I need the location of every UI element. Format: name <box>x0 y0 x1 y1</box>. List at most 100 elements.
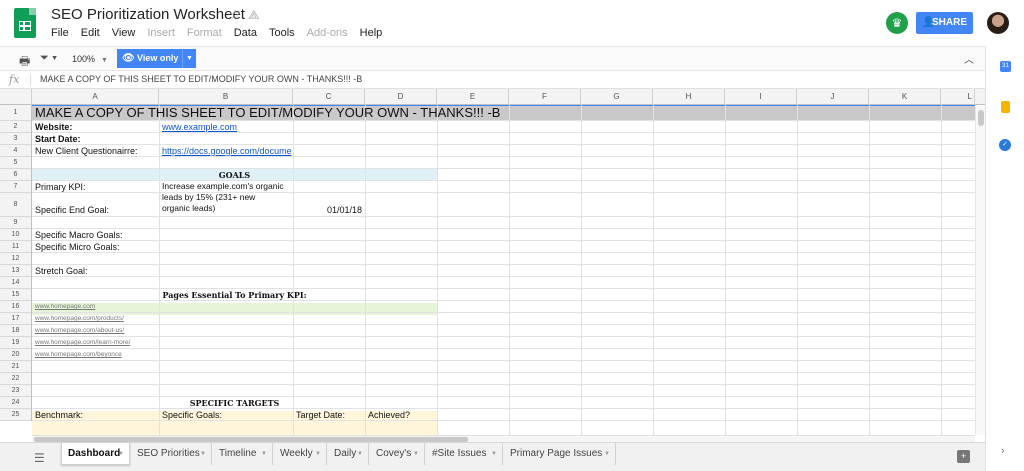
tab-dashboard[interactable]: Dashboard ▼ <box>61 443 130 465</box>
avatar[interactable] <box>987 12 1009 34</box>
menu-insert: Insert <box>147 27 175 39</box>
sheets-logo-icon[interactable] <box>14 8 36 38</box>
column-header[interactable]: F <box>509 89 581 105</box>
row-header[interactable]: 9 <box>0 217 31 229</box>
formula-divider <box>30 74 31 86</box>
website-link[interactable]: www.example.com <box>159 121 293 133</box>
page-link[interactable]: www.homepage.com <box>32 301 159 313</box>
row-header[interactable]: 14 <box>0 277 31 289</box>
row-header[interactable]: 17 <box>0 313 31 325</box>
column-header[interactable]: E <box>437 89 509 105</box>
chevron-down-icon[interactable]: ▼ <box>118 443 124 465</box>
chevron-down-icon[interactable]: ▼ <box>491 443 497 465</box>
row-header[interactable]: 13 <box>0 265 31 277</box>
chevron-down-icon[interactable]: ▼ <box>315 443 321 465</box>
menu-format: Format <box>186 27 222 39</box>
share-button[interactable]: 👤 SHARE <box>916 12 973 34</box>
row-header[interactable]: 1 <box>0 105 31 121</box>
column-header[interactable]: D <box>365 89 437 105</box>
stretch-goal-label: Stretch Goal: <box>35 266 88 276</box>
horizontal-scrollbar[interactable] <box>32 435 975 442</box>
print-icon[interactable]: 🖶 <box>19 52 30 73</box>
row-header[interactable]: 25 <box>0 409 31 421</box>
select-all-corner[interactable] <box>0 89 32 105</box>
row-header[interactable]: 21 <box>0 361 31 373</box>
end-goal-text[interactable]: Increase example.com's organic leads by 1… <box>159 181 293 217</box>
benchmark-label: Benchmark: <box>35 410 84 420</box>
filter-icon[interactable]: ⏷ ▾ <box>40 52 57 65</box>
menu-tools[interactable]: Tools <box>269 27 295 39</box>
column-header[interactable]: L <box>941 89 975 105</box>
row-header[interactable]: 24 <box>0 397 31 409</box>
column-header[interactable]: I <box>725 89 797 105</box>
row-header[interactable]: 3 <box>0 133 31 145</box>
menu-help[interactable]: Help <box>360 27 383 39</box>
row-header[interactable]: 18 <box>0 325 31 337</box>
vertical-scrollbar[interactable] <box>975 106 985 435</box>
page-link[interactable]: www.homepage.com/products/ <box>32 313 159 325</box>
column-header[interactable]: C <box>293 89 365 105</box>
view-only-button[interactable]: 👁 View only ▼ <box>117 49 196 68</box>
row-header[interactable]: 19 <box>0 337 31 349</box>
row-header[interactable]: 8 <box>0 193 31 217</box>
chevron-right-icon[interactable]: › <box>1001 445 1005 457</box>
chevron-down-icon[interactable]: ▼ <box>200 443 206 465</box>
column-header[interactable]: K <box>869 89 941 105</box>
row-header[interactable]: 15 <box>0 289 31 301</box>
tab-weekly[interactable]: Weekly ▼ <box>274 443 327 465</box>
menu-file[interactable]: File <box>51 27 69 39</box>
row-header[interactable]: 10 <box>0 229 31 241</box>
column-header[interactable]: G <box>581 89 653 105</box>
calendar-icon[interactable]: 31 <box>1000 61 1011 72</box>
zoom-select[interactable]: 100% ▼ <box>72 54 108 64</box>
tab-daily[interactable]: Daily ▼ <box>328 443 369 465</box>
collapse-toolbar-icon[interactable]: ︿ <box>964 51 974 66</box>
chevron-down-icon[interactable]: ▼ <box>413 443 419 465</box>
document-title[interactable]: SEO Prioritization Worksheet <box>51 6 245 23</box>
row-header[interactable]: 7 <box>0 181 31 193</box>
row-header[interactable]: 12 <box>0 253 31 265</box>
chevron-down-icon[interactable]: ▼ <box>604 443 610 465</box>
formula-input[interactable]: MAKE A COPY OF THIS SHEET TO EDIT/MODIFY… <box>40 74 362 84</box>
tab-coveys[interactable]: Covey's ▼ <box>370 443 425 465</box>
end-goal-date[interactable]: 01/01/18 <box>293 193 365 217</box>
chevron-down-icon[interactable]: ▼ <box>182 49 196 68</box>
tab-timeline[interactable]: Timeline ▼ <box>213 443 273 465</box>
menu-data[interactable]: Data <box>234 27 257 39</box>
row-header[interactable]: 16 <box>0 301 31 313</box>
row-header[interactable]: 20 <box>0 349 31 361</box>
keep-icon[interactable] <box>1001 101 1010 113</box>
chevron-down-icon[interactable]: ▼ <box>357 443 363 465</box>
column-header[interactable]: J <box>797 89 869 105</box>
scroll-thumb[interactable] <box>978 110 984 126</box>
questionnaire-link[interactable]: https://docs.google.com/docume <box>159 145 293 157</box>
star-icon[interactable]: ☆ <box>229 6 242 23</box>
column-header[interactable]: H <box>653 89 725 105</box>
menu-edit[interactable]: Edit <box>81 27 100 39</box>
row-header[interactable]: 6 <box>0 169 31 181</box>
explore-icon[interactable]: + <box>957 450 970 463</box>
row-header[interactable]: 5 <box>0 157 31 169</box>
drive-icon[interactable]: ⟁ <box>248 7 260 23</box>
chevron-down-icon[interactable]: ▼ <box>261 443 267 465</box>
page-link[interactable]: www.homepage.com/learn-more/ <box>32 337 159 349</box>
all-sheets-icon[interactable]: ☰ <box>34 451 45 465</box>
gridline <box>509 105 510 435</box>
column-header[interactable]: B <box>159 89 293 105</box>
tasks-icon[interactable]: ✓ <box>999 139 1011 151</box>
tab-seo-priorities[interactable]: SEO Priorities ▼ <box>131 443 212 465</box>
crown-icon[interactable]: ♛ <box>886 12 908 34</box>
column-header[interactable]: A <box>32 89 159 105</box>
page-link[interactable]: www.homepage.com/beyonce <box>32 349 159 361</box>
tab-site-issues[interactable]: #Site Issues ▼ <box>426 443 503 465</box>
gridline <box>653 105 654 435</box>
row-header[interactable]: 4 <box>0 145 31 157</box>
page-link[interactable]: www.homepage.com/about-us/ <box>32 325 159 337</box>
banner-cell[interactable]: MAKE A COPY OF THIS SHEET TO EDIT/MODIFY… <box>32 105 975 121</box>
tab-primary-page-issues[interactable]: Primary Page Issues ▼ <box>504 443 616 465</box>
row-header[interactable]: 2 <box>0 121 31 133</box>
row-header[interactable]: 23 <box>0 385 31 397</box>
row-header[interactable]: 22 <box>0 373 31 385</box>
menu-view[interactable]: View <box>112 27 136 39</box>
row-header[interactable]: 11 <box>0 241 31 253</box>
